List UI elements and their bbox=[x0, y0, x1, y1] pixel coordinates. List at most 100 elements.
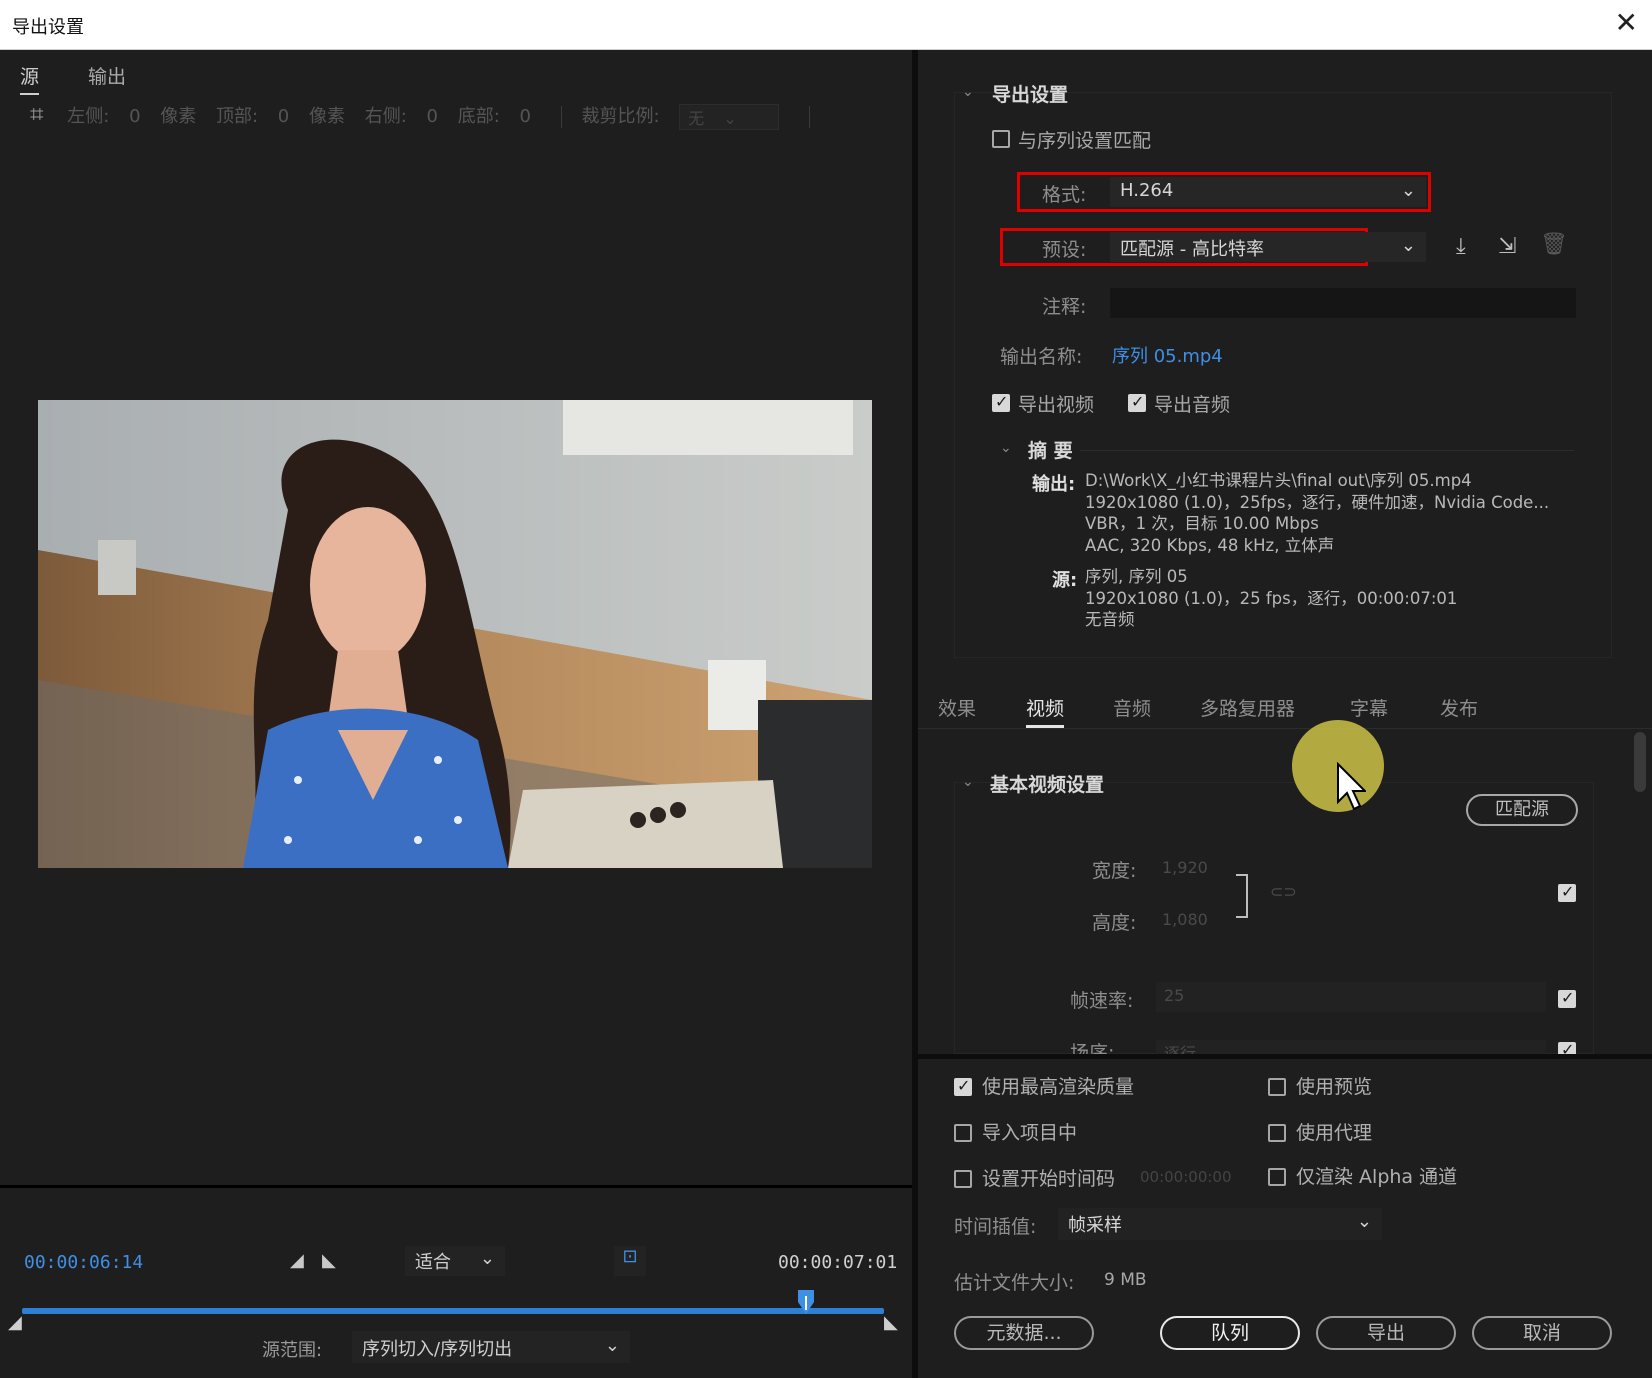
metadata-button[interactable]: 元数据... bbox=[954, 1316, 1094, 1350]
crop-px-label: 像素 bbox=[308, 106, 345, 127]
divider bbox=[1080, 450, 1574, 451]
time-interp-label: 时间插值: bbox=[954, 1216, 1037, 1238]
window-title: 导出设置 bbox=[12, 17, 84, 38]
framerate-checkbox[interactable] bbox=[1558, 988, 1576, 1008]
filesize-label: 估计文件大小: bbox=[954, 1272, 1075, 1294]
format-label: 格式: bbox=[1042, 184, 1087, 206]
export-video-checkbox[interactable] bbox=[992, 392, 1010, 412]
divider bbox=[560, 106, 562, 128]
field-order-select[interactable]: 逐行 bbox=[1156, 1040, 1546, 1054]
crop-ratio-select[interactable]: 无 ⌄ bbox=[679, 104, 780, 130]
width-value[interactable]: 1,920 bbox=[1162, 858, 1208, 877]
cancel-button[interactable]: 取消 bbox=[1472, 1316, 1612, 1350]
tab-effects[interactable]: 效果 bbox=[938, 694, 976, 721]
crop-icon[interactable]: ⌗ bbox=[30, 100, 44, 128]
summary-source-text: 序列, 序列 05 1920x1080 (1.0)，25 fps，逐行，00:0… bbox=[1085, 567, 1458, 629]
chevron-down-icon[interactable]: ⌄ bbox=[1000, 440, 1012, 456]
export-settings-header[interactable]: 导出设置 bbox=[992, 80, 1068, 107]
match-sequence-label: 与序列设置匹配 bbox=[1018, 130, 1152, 152]
tab-output[interactable]: 输出 bbox=[88, 62, 126, 89]
source-range-label: 源范围: bbox=[262, 1340, 323, 1361]
time-interp-select[interactable]: 帧采样 ⌄ bbox=[1058, 1208, 1382, 1240]
video-preview bbox=[38, 400, 872, 868]
field-order-label: 场序: bbox=[1070, 1042, 1115, 1054]
divider bbox=[809, 106, 810, 128]
timeline-divider bbox=[0, 1185, 912, 1188]
dimensions-checkbox[interactable] bbox=[1558, 882, 1576, 902]
crop-left-value[interactable]: 0 bbox=[129, 106, 140, 127]
crop-left-label: 左侧: bbox=[67, 106, 110, 127]
summary-source-label: 源: bbox=[1052, 570, 1078, 591]
use-preview-label: 使用预览 bbox=[1296, 1076, 1373, 1098]
import-preset-icon[interactable]: ⇲ bbox=[1498, 234, 1516, 259]
start-timecode-checkbox[interactable] bbox=[954, 1168, 972, 1188]
height-value[interactable]: 1,080 bbox=[1162, 910, 1208, 929]
match-sequence-checkbox[interactable] bbox=[992, 128, 1010, 148]
crop-right-value[interactable]: 0 bbox=[427, 106, 438, 127]
chevron-down-icon[interactable]: ⌄ bbox=[962, 84, 974, 100]
source-range-select[interactable]: 序列切入/序列切出 ⌄ bbox=[352, 1331, 630, 1363]
tab-source[interactable]: 源 bbox=[20, 62, 40, 95]
link-icon[interactable]: ⊂⊃ bbox=[1270, 882, 1297, 901]
output-name-link[interactable]: 序列 05.mp4 bbox=[1112, 342, 1223, 368]
crop-bottom-label: 底部: bbox=[457, 106, 500, 127]
timeline-track[interactable] bbox=[22, 1308, 884, 1314]
mark-in-icon[interactable]: ◢ bbox=[290, 1250, 304, 1271]
export-button[interactable]: 导出 bbox=[1316, 1316, 1456, 1350]
title-bar: 导出设置 ✕ bbox=[0, 0, 1652, 50]
in-point-icon[interactable]: ◢ bbox=[8, 1312, 22, 1333]
framerate-select[interactable]: 25 bbox=[1156, 982, 1546, 1012]
alpha-only-checkbox[interactable] bbox=[1268, 1166, 1286, 1186]
preset-select[interactable]: 匹配源 - 高比特率 ⌄ bbox=[1110, 232, 1426, 262]
crop-bottom-value[interactable]: 0 bbox=[520, 106, 531, 127]
crop-top-value[interactable]: 0 bbox=[278, 106, 289, 127]
crop-px-label: 像素 bbox=[160, 106, 197, 127]
tab-multiplexer[interactable]: 多路复用器 bbox=[1200, 694, 1295, 721]
framerate-label: 帧速率: bbox=[1070, 990, 1134, 1012]
summary-header[interactable]: 摘 要 bbox=[1028, 436, 1073, 463]
use-proxy-checkbox[interactable] bbox=[1268, 1122, 1286, 1142]
tab-captions[interactable]: 字幕 bbox=[1350, 694, 1388, 721]
settings-scrollbar[interactable] bbox=[1634, 732, 1646, 792]
field-order-checkbox[interactable] bbox=[1558, 1040, 1576, 1054]
aspect-toggle-icon[interactable]: ⊡ bbox=[614, 1246, 646, 1276]
preview-frame bbox=[38, 400, 872, 868]
playhead-icon[interactable] bbox=[797, 1290, 815, 1320]
options-splitter[interactable] bbox=[918, 1054, 1652, 1059]
close-icon[interactable]: ✕ bbox=[1615, 6, 1638, 39]
out-point-icon[interactable]: ◣ bbox=[884, 1312, 898, 1333]
basic-video-header[interactable]: 基本视频设置 bbox=[990, 770, 1104, 797]
delete-preset-icon[interactable]: 🗑 bbox=[1540, 232, 1568, 257]
match-source-button[interactable]: 匹配源 bbox=[1466, 794, 1578, 826]
import-project-checkbox[interactable] bbox=[954, 1122, 972, 1142]
queue-button[interactable]: 队列 bbox=[1160, 1316, 1300, 1350]
max-quality-checkbox[interactable] bbox=[954, 1076, 972, 1096]
chevron-down-icon[interactable]: ⌄ bbox=[962, 774, 974, 790]
export-audio-checkbox[interactable] bbox=[1128, 392, 1146, 412]
comment-input[interactable] bbox=[1110, 288, 1576, 318]
output-name-label: 输出名称: bbox=[1000, 346, 1083, 368]
export-audio-label: 导出音频 bbox=[1154, 394, 1231, 416]
preset-label: 预设: bbox=[1042, 239, 1087, 261]
height-label: 高度: bbox=[1092, 912, 1137, 934]
clipped-row: 场序: 逐行 bbox=[918, 1040, 1634, 1054]
max-quality-label: 使用最高渲染质量 bbox=[982, 1076, 1135, 1098]
mark-out-icon[interactable]: ◣ bbox=[322, 1250, 336, 1271]
link-bracket bbox=[1236, 874, 1248, 918]
export-video-label: 导出视频 bbox=[1018, 394, 1095, 416]
format-select[interactable]: H.264 ⌄ bbox=[1110, 177, 1426, 207]
tab-publish[interactable]: 发布 bbox=[1440, 694, 1478, 721]
crop-ratio-label: 裁剪比例: bbox=[581, 106, 660, 127]
use-preview-checkbox[interactable] bbox=[1268, 1076, 1286, 1096]
tab-video[interactable]: 视频 bbox=[1026, 694, 1065, 728]
save-preset-icon[interactable]: ⤓ bbox=[1456, 234, 1466, 259]
filesize-value: 9 MB bbox=[1104, 1270, 1147, 1290]
tab-audio[interactable]: 音频 bbox=[1113, 694, 1151, 721]
import-project-label: 导入项目中 bbox=[982, 1122, 1078, 1144]
start-timecode-input[interactable]: 00:00:00:00 bbox=[1140, 1168, 1232, 1186]
alpha-only-label: 仅渲染 Alpha 通道 bbox=[1296, 1166, 1458, 1188]
comment-label: 注释: bbox=[1042, 296, 1087, 318]
summary-output-label: 输出: bbox=[1032, 474, 1076, 495]
current-timecode[interactable]: 00:00:06:14 bbox=[24, 1252, 143, 1273]
zoom-fit-select[interactable]: 适合 ⌄ bbox=[405, 1246, 505, 1276]
